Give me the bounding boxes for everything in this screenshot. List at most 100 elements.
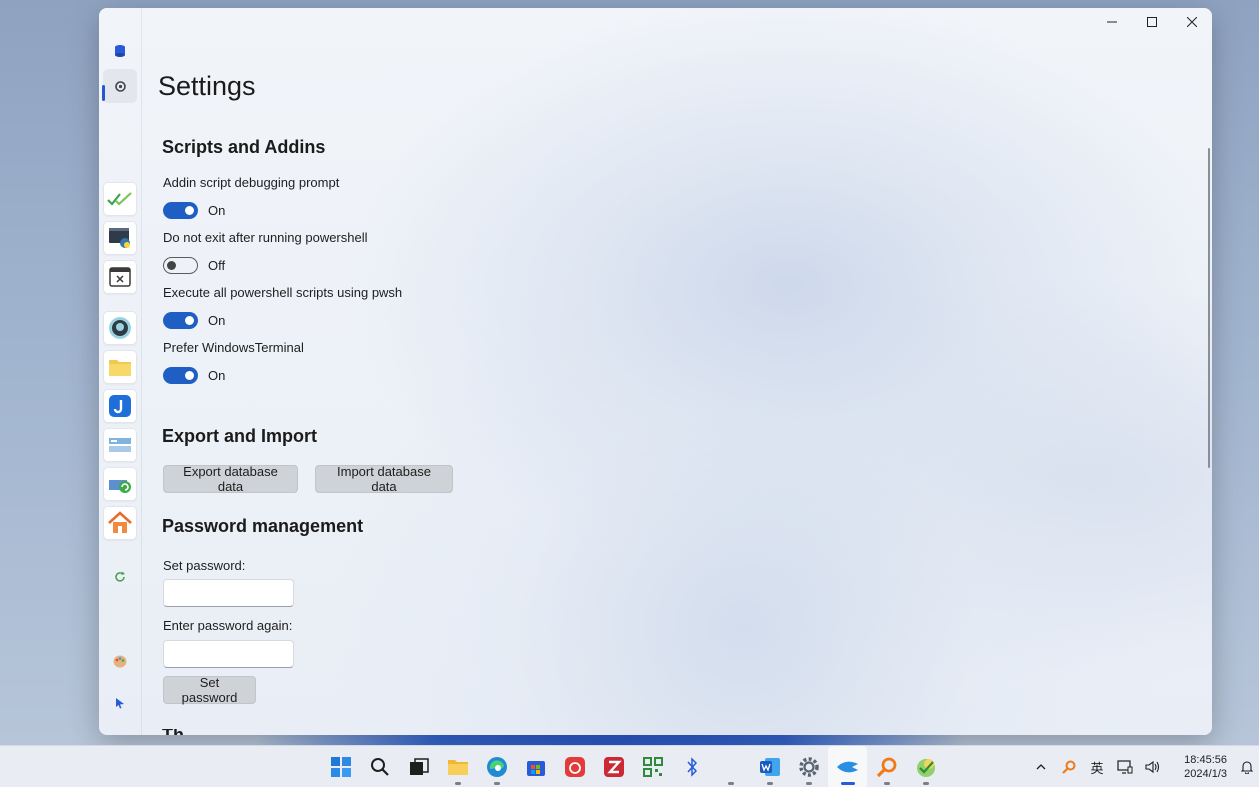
rail-item-settings[interactable]	[103, 69, 137, 103]
settings-content: Settings Scripts and Addins Addin script…	[158, 8, 1192, 735]
taskbar-netease-music[interactable]	[555, 746, 594, 787]
toggle-debug-prompt[interactable]: On	[163, 202, 225, 219]
tray-ime[interactable]: 英	[1083, 746, 1111, 787]
rail-item-folder[interactable]	[103, 350, 137, 384]
rail-item-palette[interactable]	[103, 644, 137, 678]
rail-item-cursor[interactable]	[103, 686, 137, 720]
rail-item-home[interactable]	[103, 506, 137, 540]
folder-icon	[109, 360, 131, 376]
moon-icon	[118, 614, 123, 624]
taskbar-file-explorer[interactable]	[438, 746, 477, 787]
terminal-python-icon	[109, 228, 130, 248]
system-tray: 英 18:45:56 2024/1/3	[1027, 746, 1259, 787]
taskbar-edge[interactable]	[477, 746, 516, 787]
checkmarks-icon	[107, 192, 132, 206]
toggle-state: On	[208, 368, 226, 383]
toggle-switch[interactable]	[163, 367, 198, 384]
rail-item-window-x[interactable]	[103, 260, 137, 294]
bluetooth-icon	[686, 757, 697, 777]
window-x-icon	[109, 267, 131, 287]
tray-notifications[interactable]	[1235, 746, 1259, 787]
taskbar-zotero[interactable]	[594, 746, 633, 787]
network-icon	[1117, 760, 1133, 774]
chevron-up-icon	[1036, 764, 1046, 770]
export-database-button[interactable]: Export database data	[163, 464, 298, 494]
settings-icon	[114, 80, 126, 92]
taskbar-blank[interactable]	[711, 746, 750, 787]
password-again-label: Enter password again:	[163, 618, 293, 633]
taskbar-word[interactable]	[750, 746, 789, 787]
set-password-label: Set password:	[163, 558, 246, 573]
import-database-button[interactable]: Import database data	[315, 464, 453, 494]
refresh-drive-icon	[109, 480, 131, 493]
zotero-icon	[603, 757, 624, 777]
set-password-field[interactable]	[163, 579, 294, 607]
setting-label-windows-terminal: Prefer WindowsTerminal	[163, 340, 304, 355]
clock-date: 2024/1/3	[1184, 768, 1227, 780]
toggle-switch[interactable]	[163, 202, 198, 219]
rail-item-storage[interactable]	[103, 428, 137, 462]
taskbar-search[interactable]	[360, 746, 399, 787]
set-password-button[interactable]: Set password	[163, 675, 256, 705]
section-title-password: Password management	[162, 516, 364, 536]
page-title: Settings	[158, 71, 256, 101]
bell-icon	[1241, 761, 1253, 774]
taskbar-settings[interactable]	[789, 746, 828, 787]
rail-item-moon[interactable]	[103, 602, 137, 636]
taskbar: 英 18:45:56 2024/1/3	[0, 745, 1259, 787]
toggle-windows-terminal[interactable]: On	[163, 367, 225, 384]
home-icon	[108, 511, 132, 533]
github-icon	[109, 317, 131, 339]
taskbar-app[interactable]	[828, 746, 867, 787]
toggle-state: On	[208, 313, 226, 328]
volume-icon	[1145, 760, 1160, 774]
rail-item-j-app[interactable]	[103, 389, 137, 423]
toggle-switch[interactable]	[163, 312, 198, 329]
qr-code-icon	[642, 757, 663, 777]
section-title-next: Th	[162, 729, 184, 735]
everything-search-icon	[876, 757, 896, 778]
start-icon	[330, 757, 351, 777]
taskbar-qr-code[interactable]	[633, 746, 672, 787]
rail-item-refresh-drive[interactable]	[103, 467, 137, 501]
setting-label-no-exit: Do not exit after running powershell	[163, 230, 368, 245]
toggle-state: On	[208, 203, 226, 218]
rail-item-checks[interactable]	[103, 182, 137, 216]
tray-clock[interactable]: 18:45:56 2024/1/3	[1167, 753, 1227, 781]
tray-overflow[interactable]	[1027, 746, 1055, 787]
database-icon	[115, 45, 125, 57]
rail-item-refresh[interactable]	[103, 560, 137, 594]
refresh-icon	[115, 571, 125, 582]
j-app-icon	[109, 395, 131, 417]
taskbar-start[interactable]	[321, 746, 360, 787]
taskbar-task-view[interactable]	[399, 746, 438, 787]
everything-search-icon	[1062, 760, 1076, 774]
blank-icon	[721, 757, 741, 777]
setting-label-pwsh: Execute all powershell scripts using pws…	[163, 285, 403, 300]
toggle-no-exit[interactable]: Off	[163, 257, 225, 274]
tray-network[interactable]	[1111, 746, 1139, 787]
taskbar-bluetooth[interactable]	[672, 746, 711, 787]
toggle-pwsh[interactable]: On	[163, 312, 225, 329]
toggle-state: Off	[208, 258, 226, 273]
nav-rail	[99, 8, 142, 735]
rail-item-github[interactable]	[103, 311, 137, 345]
section-title-scripts: Scripts and Addins	[162, 137, 326, 157]
taskbar-everything-search[interactable]	[867, 746, 906, 787]
tray-search-app[interactable]	[1055, 746, 1083, 787]
tray-volume[interactable]	[1139, 746, 1167, 787]
rail-item-database[interactable]	[103, 34, 137, 68]
taskbar-store[interactable]	[516, 746, 555, 787]
password-again-field[interactable]	[163, 640, 294, 668]
palette-icon	[113, 655, 127, 667]
file-explorer-icon	[447, 760, 468, 775]
settings-window: Settings Scripts and Addins Addin script…	[99, 8, 1212, 735]
toggle-switch[interactable]	[163, 257, 198, 274]
rail-item-terminal-python[interactable]	[103, 221, 137, 255]
word-icon	[759, 758, 780, 776]
vertical-scrollbar[interactable]	[1208, 148, 1210, 468]
puzzle-app-icon	[916, 759, 935, 777]
setting-label-debug-prompt: Addin script debugging prompt	[163, 175, 340, 190]
taskbar-puzzle-app[interactable]	[906, 746, 945, 787]
taskbar-apps	[321, 746, 945, 787]
